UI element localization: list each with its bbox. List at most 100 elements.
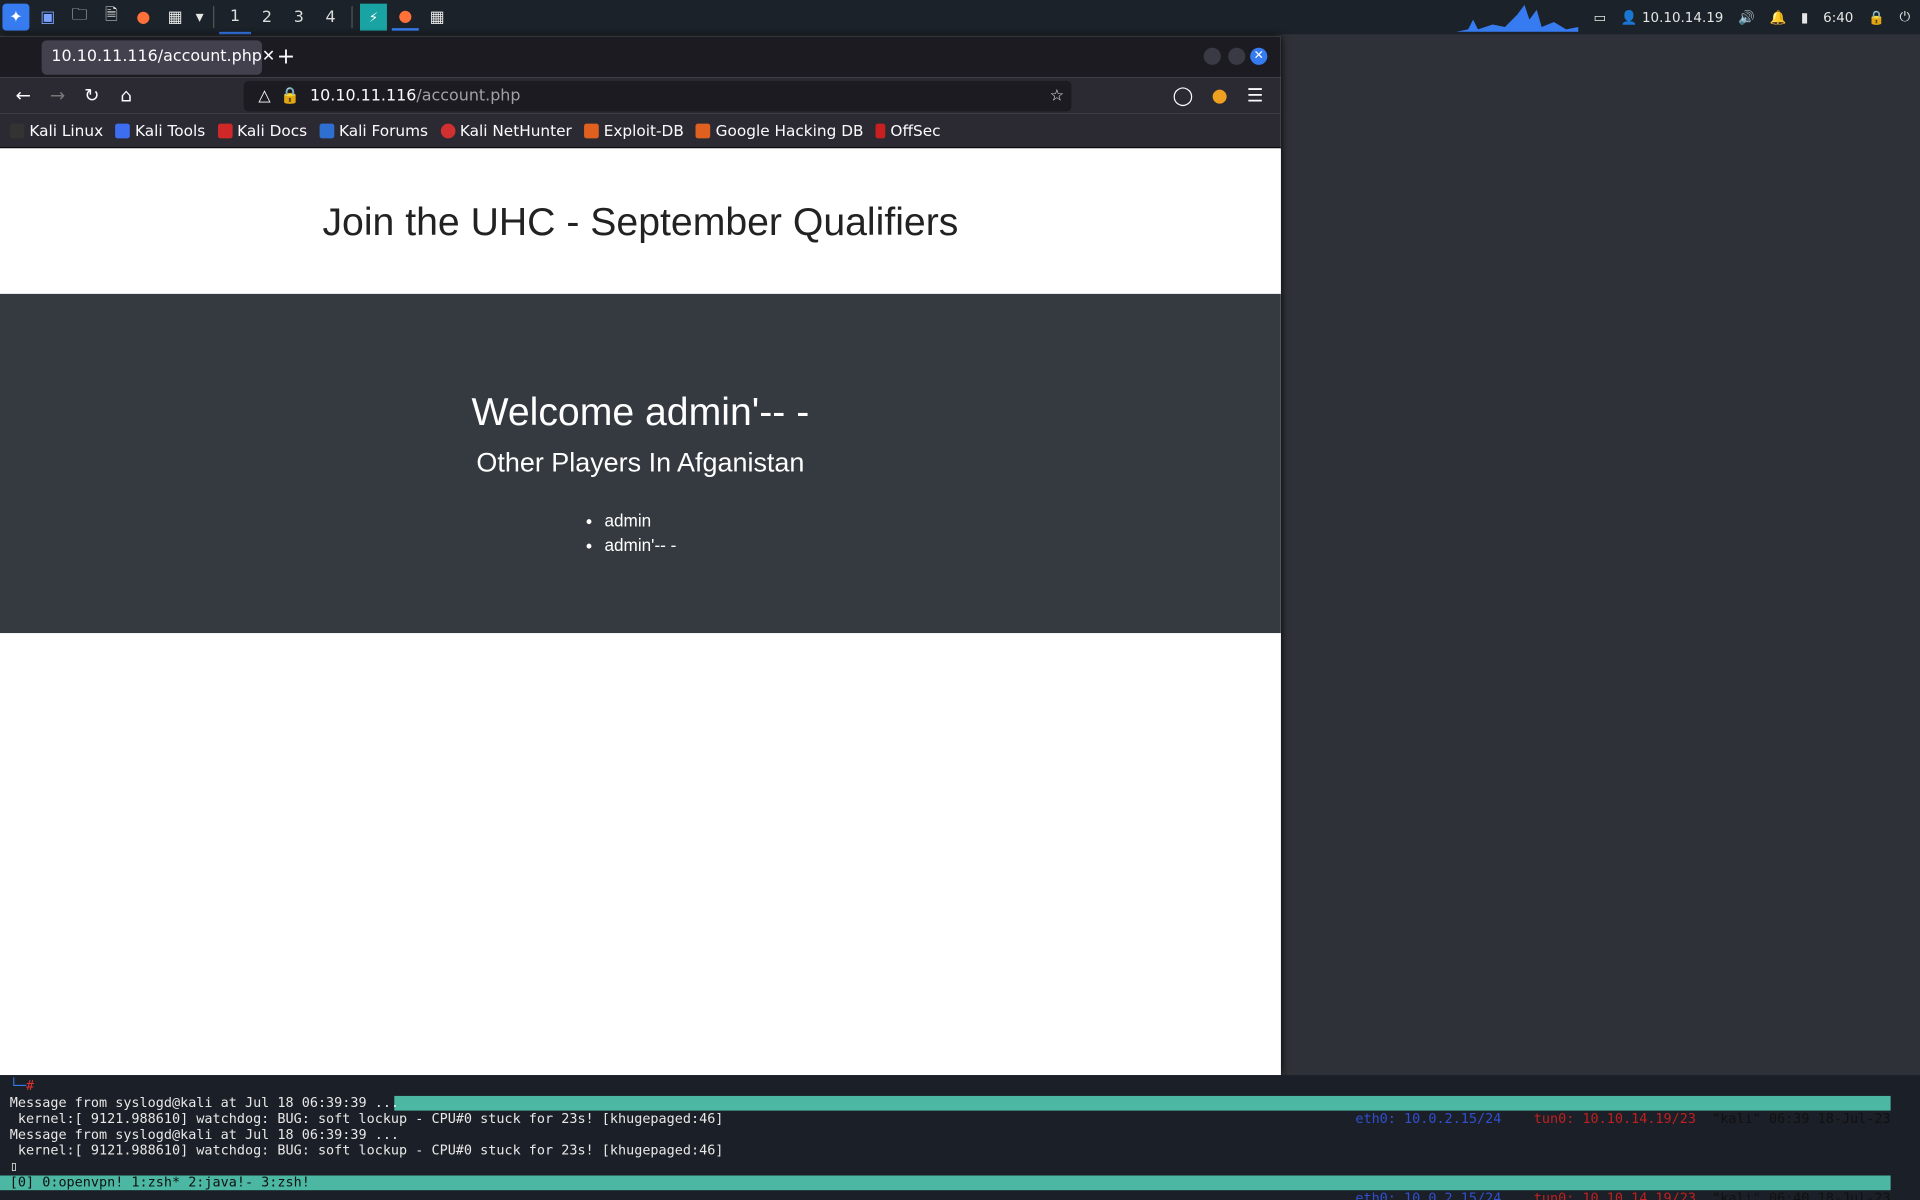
firefox-icon[interactable]: ● xyxy=(130,4,157,31)
shield-icon[interactable]: △ xyxy=(258,87,270,105)
kali-tools-icon xyxy=(115,123,131,138)
minimize-button[interactable] xyxy=(1203,47,1221,65)
bookmark-label: Kali Linux xyxy=(29,121,104,140)
bookmark-kali-forums[interactable]: Kali Forums xyxy=(319,121,428,140)
bookmark-label: Kali NetHunter xyxy=(459,121,572,140)
pocket-icon[interactable]: ◯ xyxy=(1166,84,1200,106)
bookmark-kali-nethunter[interactable]: Kali NetHunter xyxy=(440,121,572,140)
firefox-window: 10.10.11.116/account.php ✕ + ✕ ← → ↻ ⌂ △… xyxy=(0,36,1281,1076)
terminal-icon[interactable]: ▦ xyxy=(162,4,189,31)
kali-docs-icon xyxy=(217,123,233,138)
network-graph-icon xyxy=(1456,4,1579,32)
list-item: admin'-- - xyxy=(604,533,676,557)
bookmark-kali-tools[interactable]: Kali Tools xyxy=(115,121,206,140)
terminal-pane[interactable]: └─# Message from syslogd@kali at Jul 18 … xyxy=(0,1075,1920,1200)
power-icon[interactable]: ⏻ xyxy=(1900,9,1911,26)
url-bar[interactable]: △ 🔒 10.10.11.116/account.php ☆ xyxy=(243,80,1072,112)
account-section: Welcome admin'-- - Other Players In Afga… xyxy=(0,293,1281,634)
ghdb-icon xyxy=(696,123,711,138)
status-host: "kali" 06:39 18-Jul-23 xyxy=(1712,1110,1891,1127)
burp-taskbar-icon[interactable]: ⚡ xyxy=(360,3,387,31)
tmux-window-list[interactable]: [0] 0:openvpn! 1:zsh* 2:java!- 3:zsh! xyxy=(10,1174,310,1190)
maximize-button[interactable] xyxy=(1228,47,1246,65)
status-tun0: tun0: 10.10.14.19/23 xyxy=(1533,1190,1696,1200)
bookmark-kali-linux[interactable]: Kali Linux xyxy=(9,121,104,140)
workspace-4[interactable]: 4 xyxy=(315,0,347,34)
bookmark-label: OffSec xyxy=(890,121,941,140)
bookmark-exploit-db[interactable]: Exploit-DB xyxy=(584,121,684,140)
workspace-3[interactable]: 3 xyxy=(283,0,315,34)
volume-icon[interactable]: 🔊 xyxy=(1738,9,1755,25)
reload-button[interactable]: ↻ xyxy=(75,84,109,106)
tab-bar: 10.10.11.116/account.php ✕ + ✕ xyxy=(0,36,1281,78)
offsec-icon xyxy=(875,123,886,138)
notification-bell-icon[interactable]: 🔔 xyxy=(1770,9,1787,25)
list-item: admin xyxy=(604,508,676,532)
workspace-1[interactable]: 1 xyxy=(219,0,252,35)
forward-button[interactable]: → xyxy=(40,84,74,106)
close-tab-icon[interactable]: ✕ xyxy=(262,48,275,66)
terminal-line: kernel:[ 9121.988610] watchdog: BUG: sof… xyxy=(9,1142,724,1159)
battery-icon[interactable]: ▮ xyxy=(1801,9,1808,25)
terminal-line: Message from syslogd@kali at Jul 18 06:3… xyxy=(9,1126,400,1143)
players-heading: Other Players In Afganistan xyxy=(476,446,805,478)
status-host: "kali" 06:40 18-Jul-23 xyxy=(1712,1190,1891,1200)
bookmark-label: Kali Forums xyxy=(338,121,428,140)
lock-icon[interactable]: 🔒 xyxy=(1868,9,1885,25)
terminal-line: Message from syslogd@kali at Jul 18 06:3… xyxy=(9,1094,400,1111)
cursor: ▯ xyxy=(9,1158,18,1175)
bookmarks-bar: Kali Linux Kali Tools Kali Docs Kali For… xyxy=(0,113,1281,149)
tab-title: 10.10.11.116/account.php xyxy=(51,47,262,67)
kali-forums-icon xyxy=(319,123,335,138)
kali-icon xyxy=(9,123,25,138)
status-eth0: eth0: 10.0.2.15/24 xyxy=(1355,1110,1502,1127)
chevron-down-icon[interactable]: ▾ xyxy=(193,4,205,31)
home-button[interactable]: ⌂ xyxy=(109,84,143,106)
bookmark-label: Google Hacking DB xyxy=(715,121,864,140)
exploit-db-icon xyxy=(584,123,599,138)
bookmark-google-hacking-db[interactable]: Google Hacking DB xyxy=(696,121,864,140)
files-icon[interactable]: 🗀 xyxy=(66,4,93,31)
system-tray: ▭ 👤 10.10.14.19 🔊 🔔 ▮ 6:40 🔒 ⏻ xyxy=(1456,0,1920,34)
close-window-button[interactable]: ✕ xyxy=(1250,47,1268,65)
page-header: Join the UHC - September Qualifiers xyxy=(322,198,959,244)
url-host: 10.10.11.116 xyxy=(310,86,417,106)
clock[interactable]: 6:40 xyxy=(1823,9,1853,25)
status-1-info: eth0: 10.0.2.15/24 tun0: 10.10.14.19/23 … xyxy=(1331,1095,1891,1143)
star-icon[interactable]: ☆ xyxy=(1050,87,1064,105)
divider xyxy=(213,6,215,29)
new-tab-button[interactable]: + xyxy=(277,44,295,70)
lock-icon[interactable]: 🔒 xyxy=(280,87,300,105)
firefox-taskbar-icon[interactable]: ● xyxy=(391,4,419,31)
bookmark-offsec[interactable]: OffSec xyxy=(875,121,941,140)
bookmark-label: Kali Tools xyxy=(135,121,206,140)
url-path: /account.php xyxy=(416,86,521,106)
background-burp-window xyxy=(1280,34,1920,1095)
status-eth0: eth0: 10.0.2.15/24 xyxy=(1355,1190,1502,1200)
text-editor-icon[interactable]: 🗎 xyxy=(98,4,125,31)
menu-icon[interactable]: ☰ xyxy=(1238,84,1272,106)
players-list: admin admin'-- - xyxy=(604,508,676,557)
bookmark-kali-docs[interactable]: Kali Docs xyxy=(217,121,308,140)
divider xyxy=(351,6,353,29)
terminal-line: kernel:[ 9121.988610] watchdog: BUG: sof… xyxy=(9,1110,724,1127)
desktop-icon[interactable]: ▣ xyxy=(34,4,61,31)
tab-account[interactable]: 10.10.11.116/account.php ✕ xyxy=(41,39,275,75)
kali-menu-icon[interactable]: ✦ xyxy=(2,3,30,31)
status-2-info: eth0: 10.0.2.15/24 tun0: 10.10.14.19/23 … xyxy=(1331,1174,1891,1200)
status-tun0: tun0: 10.10.14.19/23 xyxy=(1533,1110,1696,1127)
extension-icon[interactable]: ● xyxy=(1202,84,1236,106)
prompt-marker: └─# xyxy=(9,1077,35,1094)
nethunter-icon xyxy=(440,123,455,138)
top-panel: ✦ ▣ 🗀 🗎 ● ▦ ▾ 1 2 3 4 ⚡ ● ▦ ▭ 👤 10.10.14… xyxy=(0,0,1920,35)
vpn-ip[interactable]: 👤 10.10.14.19 xyxy=(1621,9,1723,25)
terminal-taskbar-icon[interactable]: ▦ xyxy=(424,4,451,31)
vpn-ip-label: 10.10.14.19 xyxy=(1641,9,1724,26)
nav-toolbar: ← → ↻ ⌂ △ 🔒 10.10.11.116/account.php ☆ ◯… xyxy=(0,77,1281,114)
monitor-icon[interactable]: ▭ xyxy=(1593,9,1606,25)
bookmark-label: Exploit-DB xyxy=(603,121,684,140)
welcome-heading: Welcome admin'-- - xyxy=(471,389,810,434)
back-button[interactable]: ← xyxy=(6,84,40,106)
bookmark-label: Kali Docs xyxy=(237,121,308,140)
workspace-2[interactable]: 2 xyxy=(251,0,283,34)
